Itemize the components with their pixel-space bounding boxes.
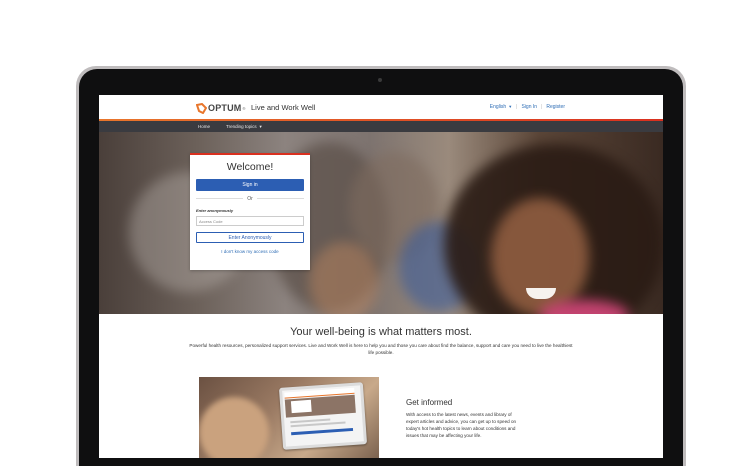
enter-anonymously-button[interactable]: Enter Anonymously xyxy=(196,232,304,243)
login-title: Welcome! xyxy=(226,161,274,173)
nav-trending-topics[interactable]: Trending topics ▼ xyxy=(226,124,263,129)
nav-trending-label: Trending topics xyxy=(226,124,257,129)
hero-background xyxy=(309,242,379,314)
anonymous-label: Enter anonymously xyxy=(196,208,234,213)
language-select[interactable]: English ▼ xyxy=(490,104,512,110)
header-links: English ▼ | Sign In | Register xyxy=(490,104,565,110)
logo-text: OPTUM xyxy=(208,103,242,113)
sign-in-link[interactable]: Sign In xyxy=(521,104,537,110)
optum-logo-icon xyxy=(196,102,207,114)
nav-home[interactable]: Home xyxy=(198,124,210,129)
page-tagline: Powerful health resources, personalized … xyxy=(189,343,573,355)
divider-line xyxy=(256,198,304,199)
site-name: Live and Work Well xyxy=(251,103,316,112)
divider: | xyxy=(541,104,543,110)
tablet-device xyxy=(278,382,368,450)
logo-trademark: ® xyxy=(242,105,246,111)
feature-text: With access to the latest news, events a… xyxy=(406,412,517,438)
camera-dot xyxy=(378,78,382,82)
browser-screen: OPTUM ® Live and Work Well English ▼ | Si… xyxy=(99,95,663,458)
main-nav: Home Trending topics ▼ xyxy=(99,121,663,132)
page-headline: Your well-being is what matters most. xyxy=(290,326,472,338)
chevron-down-icon: ▼ xyxy=(258,124,263,129)
sign-in-button[interactable]: Sign in xyxy=(196,179,304,191)
or-label: Or xyxy=(247,195,253,202)
or-divider: Or xyxy=(196,195,304,202)
feature-image xyxy=(199,377,379,458)
access-code-input[interactable]: Access Code xyxy=(196,216,304,226)
hero-image: Welcome! Sign in Or Enter anonymously Ac… xyxy=(99,132,663,314)
optum-logo[interactable]: OPTUM ® xyxy=(196,101,245,115)
forgot-access-code-link[interactable]: I don't know my access code xyxy=(190,249,310,254)
login-card: Welcome! Sign in Or Enter anonymously Ac… xyxy=(190,153,310,270)
chevron-down-icon: ▼ xyxy=(508,104,513,109)
language-label: English xyxy=(489,104,507,110)
feature-title: Get informed xyxy=(406,398,453,407)
divider-line xyxy=(196,198,244,199)
feature-person xyxy=(199,397,269,458)
tablet-card xyxy=(290,399,312,414)
site-header: OPTUM ® Live and Work Well English ▼ | Si… xyxy=(99,95,663,119)
tablet-bar xyxy=(291,427,354,436)
divider: | xyxy=(516,104,518,110)
register-link[interactable]: Register xyxy=(546,104,565,110)
